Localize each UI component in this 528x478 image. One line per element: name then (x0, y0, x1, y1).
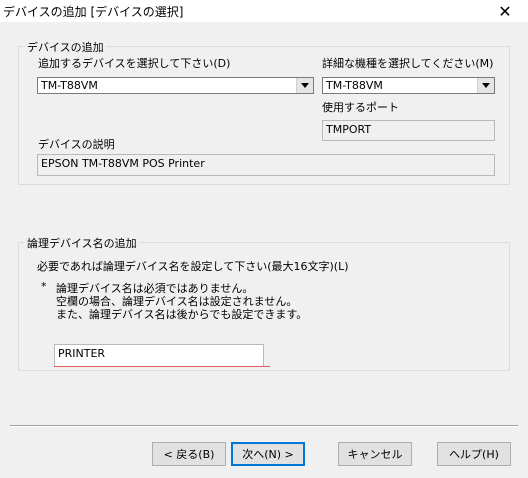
chevron-down-icon[interactable] (477, 78, 494, 93)
note-line: また、論理デバイス名は後からでも設定できます。 (56, 308, 308, 321)
device-select-value: TM-T88VM (41, 79, 98, 92)
close-icon: ✕ (498, 1, 512, 21)
port-label: 使用するポート (322, 101, 399, 114)
help-button[interactable]: ヘルプ(H) (437, 442, 511, 466)
back-button[interactable]: < 戻る(B) (152, 442, 226, 466)
description-field: EPSON TM-T88VM POS Printer (37, 154, 495, 176)
model-select-value: TM-T88VM (326, 79, 383, 92)
footer-separator (10, 425, 518, 427)
cancel-button[interactable]: キャンセル (338, 442, 412, 466)
model-select-label: 詳細な機種を選択してください(M) (322, 57, 494, 70)
port-field: TMPORT (322, 120, 495, 141)
window-title: デバイスの追加 [デバイスの選択] (3, 5, 184, 19)
title-bar: デバイスの追加 [デバイスの選択] ✕ (0, 0, 528, 22)
input-focus-underline (54, 366, 270, 367)
note-bullet: * (41, 280, 47, 293)
device-add-legend: デバイスの追加 (25, 39, 106, 55)
logical-name-legend: 論理デバイス名の追加 (25, 235, 139, 251)
description-value: EPSON TM-T88VM POS Printer (41, 157, 205, 170)
logical-name-input[interactable]: PRINTER (54, 344, 264, 366)
port-value: TMPORT (326, 123, 372, 136)
next-button[interactable]: 次へ(N) > (231, 442, 305, 466)
device-select-combo[interactable]: TM-T88VM (37, 77, 314, 94)
description-label: デバイスの説明 (38, 138, 115, 151)
close-button[interactable]: ✕ (482, 0, 528, 22)
device-select-label: 追加するデバイスを選択して下さい(D) (38, 57, 231, 70)
logical-name-instruction: 必要であれば論理デバイス名を設定して下さい(最大16文字)(L) (37, 260, 349, 273)
model-select-combo[interactable]: TM-T88VM (322, 77, 495, 94)
logical-name-value: PRINTER (58, 347, 106, 360)
chevron-down-icon[interactable] (296, 78, 313, 93)
